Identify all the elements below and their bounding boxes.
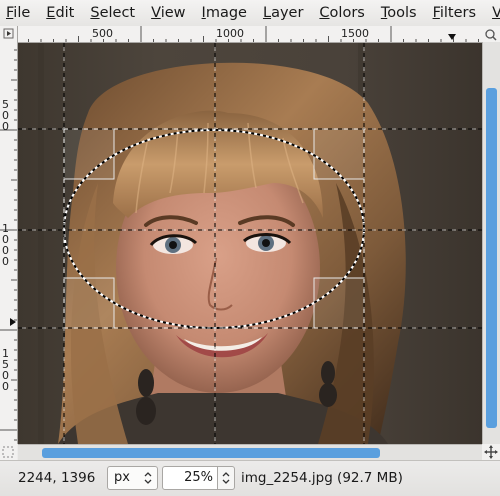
zoom-lock-icon bbox=[485, 29, 497, 41]
horizontal-scrollbar[interactable] bbox=[18, 444, 482, 461]
pointer-marker-top bbox=[448, 34, 456, 40]
ruler-top-label-1000: 1000 bbox=[216, 27, 244, 40]
vertical-scrollbar-thumb[interactable] bbox=[486, 88, 497, 428]
horizontal-ruler[interactable]: 500 1000 1500 bbox=[18, 26, 482, 43]
pointer-marker-left bbox=[10, 318, 16, 326]
navigate-cross-icon bbox=[484, 445, 498, 459]
zoom-value: 25 bbox=[184, 470, 201, 485]
unit-selector[interactable]: px bbox=[107, 466, 158, 490]
status-bar: 2244, 1396 px 25% img_2254.jpg (92.7 MB) bbox=[0, 460, 500, 496]
navigate-button[interactable] bbox=[482, 444, 500, 460]
menu-triangle-icon bbox=[3, 28, 14, 39]
menu-edit[interactable]: Edit bbox=[38, 0, 82, 26]
ruler-left-label-500: 500 bbox=[2, 98, 9, 133]
image-menu-button[interactable] bbox=[0, 26, 18, 43]
menu-video[interactable]: Video bbox=[484, 0, 500, 26]
vertical-scrollbar[interactable] bbox=[482, 42, 500, 444]
zoom-up-down-icon bbox=[222, 472, 230, 484]
zoom-lock-button[interactable] bbox=[482, 26, 500, 43]
menu-view[interactable]: View bbox=[143, 0, 193, 26]
menu-image[interactable]: Image bbox=[194, 0, 255, 26]
unit-selector-value: px bbox=[114, 470, 130, 485]
up-down-arrows-icon bbox=[144, 472, 152, 484]
zoom-dropdown-button[interactable] bbox=[218, 466, 235, 490]
menu-file[interactable]: File bbox=[0, 0, 38, 26]
handle-bottom-right bbox=[313, 277, 365, 329]
menu-filters[interactable]: Filters bbox=[425, 0, 484, 26]
menu-layer[interactable]: Layer bbox=[255, 0, 311, 26]
file-info: img_2254.jpg (92.7 MB) bbox=[241, 470, 403, 486]
menu-tools[interactable]: Tools bbox=[373, 0, 425, 26]
handle-top-right bbox=[313, 128, 365, 180]
zoom-unit: % bbox=[200, 470, 213, 485]
ruler-left-label-1000: 1000 bbox=[2, 222, 9, 268]
ruler-top-label-500: 500 bbox=[92, 27, 113, 40]
image-canvas[interactable] bbox=[18, 43, 482, 444]
quick-mask-icon bbox=[2, 446, 14, 458]
handle-bottom-left bbox=[63, 277, 115, 329]
pointer-coordinates: 2244, 1396 bbox=[18, 470, 96, 486]
ruler-left-label-1500: 1500 bbox=[2, 347, 9, 393]
vertical-ruler[interactable]: 500 1000 1500 bbox=[0, 42, 18, 444]
horizontal-scrollbar-thumb[interactable] bbox=[42, 448, 380, 458]
menubar: File Edit Select View Image Layer Colors… bbox=[0, 0, 500, 26]
quick-mask-button[interactable] bbox=[0, 444, 17, 460]
handle-top-left bbox=[63, 128, 115, 180]
menu-colors[interactable]: Colors bbox=[311, 0, 372, 26]
zoom-input[interactable]: 25% bbox=[162, 466, 218, 490]
menu-select[interactable]: Select bbox=[82, 0, 143, 26]
ruler-top-label-1500: 1500 bbox=[341, 27, 369, 40]
